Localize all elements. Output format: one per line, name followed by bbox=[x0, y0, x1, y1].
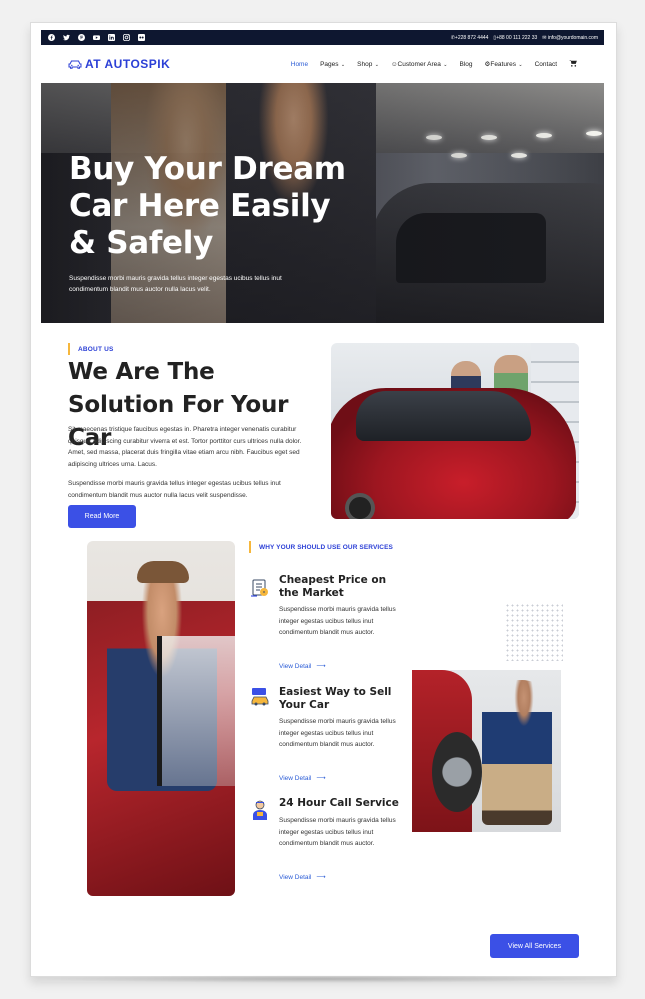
arrow-right-icon: ⟶ bbox=[316, 874, 326, 881]
service-text: Suspendisse morbi mauris gravida tellus … bbox=[279, 718, 396, 748]
about-image bbox=[331, 343, 579, 519]
car-tire bbox=[432, 732, 482, 812]
crouching-man bbox=[482, 680, 552, 825]
nav-menu: Home Pages ⌄ Shop ⌄ ☺Customer Area ⌄ Blo… bbox=[291, 59, 577, 69]
about-tag: ABOUT US bbox=[68, 343, 114, 355]
car-windshield bbox=[356, 391, 531, 441]
nav-item-pages[interactable]: Pages ⌄ bbox=[320, 61, 345, 68]
email-link[interactable]: ✉ info@yourdomain.com bbox=[542, 35, 598, 41]
view-all-services-button[interactable]: View All Services bbox=[490, 934, 579, 958]
service-title: 24 Hour Call Service bbox=[279, 797, 399, 809]
phone-primary[interactable]: ✆+228 872 4444 bbox=[451, 35, 489, 41]
youtube-icon[interactable] bbox=[92, 34, 100, 42]
site-logo[interactable]: AT AUTOSPIK bbox=[68, 57, 170, 71]
arrow-right-icon: ⟶ bbox=[316, 663, 326, 670]
services-image-right bbox=[412, 670, 561, 832]
topbar: ✆+228 872 4444 ▯+88 00 111 222 33 ✉ info… bbox=[41, 30, 604, 45]
service-card-price: Cheapest Price on the Market Suspendisse… bbox=[249, 574, 409, 674]
view-detail-link[interactable]: View Detail ⟶ bbox=[279, 873, 326, 882]
hero-text: Suspendisse morbi mauris gravida tellus … bbox=[69, 275, 282, 293]
about-paragraph-1: Sit maecenas tristique faucibus egestas … bbox=[68, 426, 302, 468]
mechanic-icon bbox=[253, 800, 267, 820]
hero-banner: Buy Your Dream Car Here Easily & Safely … bbox=[41, 83, 604, 323]
contact-info: ✆+228 872 4444 ▯+88 00 111 222 33 ✉ info… bbox=[451, 35, 598, 41]
twitter-icon[interactable] bbox=[62, 34, 70, 42]
nav-item-home[interactable]: Home bbox=[291, 61, 308, 68]
chevron-down-icon: ⌄ bbox=[339, 61, 346, 68]
user-icon: ☺ bbox=[390, 60, 398, 68]
service-title: Easiest Way to Sell Your Car bbox=[279, 686, 392, 711]
service-text: Suspendisse morbi mauris gravida tellus … bbox=[279, 817, 396, 847]
nav-item-shop[interactable]: Shop ⌄ bbox=[357, 61, 379, 68]
service-card-sell: Easiest Way to Sell Your Car Suspendisse… bbox=[249, 686, 409, 786]
hero-title: Buy Your Dream Car Here Easily & Safely bbox=[69, 151, 346, 261]
chevron-down-icon: ⌄ bbox=[517, 62, 523, 68]
flickr-icon[interactable] bbox=[137, 34, 145, 42]
service-title: Cheapest Price on the Market bbox=[279, 574, 387, 599]
services-tag: WHY YOUR SHOULD USE OUR SERVICES bbox=[249, 541, 393, 553]
about-paragraph-2: Suspendisse morbi mauris gravida tellus … bbox=[68, 480, 281, 499]
view-detail-link[interactable]: View Detail ⟶ bbox=[279, 774, 326, 783]
car-sale-icon bbox=[251, 688, 269, 706]
dot-pattern bbox=[505, 603, 563, 661]
instagram-icon[interactable] bbox=[122, 34, 130, 42]
chevron-down-icon: ⌄ bbox=[441, 61, 448, 68]
nav-item-customer-area[interactable]: ☺Customer Area ⌄ bbox=[391, 61, 448, 68]
car-door-window bbox=[157, 636, 235, 786]
cart-icon[interactable] bbox=[569, 59, 577, 69]
arrow-right-icon: ⟶ bbox=[316, 775, 326, 782]
service-text: Suspendisse morbi mauris gravida tellus … bbox=[279, 606, 396, 636]
facebook-icon[interactable] bbox=[47, 34, 55, 42]
logo-text: AT AUTOSPIK bbox=[85, 57, 171, 71]
social-links bbox=[47, 34, 145, 42]
nav-item-features[interactable]: ⚙Features ⌄ bbox=[485, 60, 523, 68]
linkedin-icon[interactable] bbox=[107, 34, 115, 42]
service-card-call: 24 Hour Call Service Suspendisse morbi m… bbox=[249, 797, 409, 887]
car-wheel bbox=[345, 493, 375, 519]
nav-item-blog[interactable]: Blog bbox=[460, 61, 473, 68]
frame-shadow bbox=[40, 975, 607, 983]
phone-mobile[interactable]: ▯+88 00 111 222 33 bbox=[493, 35, 537, 41]
main-nav: AT AUTOSPIK Home Pages ⌄ Shop ⌄ ☺Custome… bbox=[41, 48, 604, 80]
car-logo-icon bbox=[68, 60, 82, 69]
pinterest-icon[interactable] bbox=[77, 34, 85, 42]
read-more-button[interactable]: Read More bbox=[68, 505, 136, 528]
services-image-left bbox=[87, 541, 235, 896]
chevron-down-icon: ⌄ bbox=[373, 61, 379, 68]
price-tag-icon bbox=[251, 579, 268, 597]
man-hair bbox=[137, 561, 189, 583]
nav-item-contact[interactable]: Contact bbox=[535, 61, 557, 68]
view-detail-link[interactable]: View Detail ⟶ bbox=[279, 662, 326, 671]
